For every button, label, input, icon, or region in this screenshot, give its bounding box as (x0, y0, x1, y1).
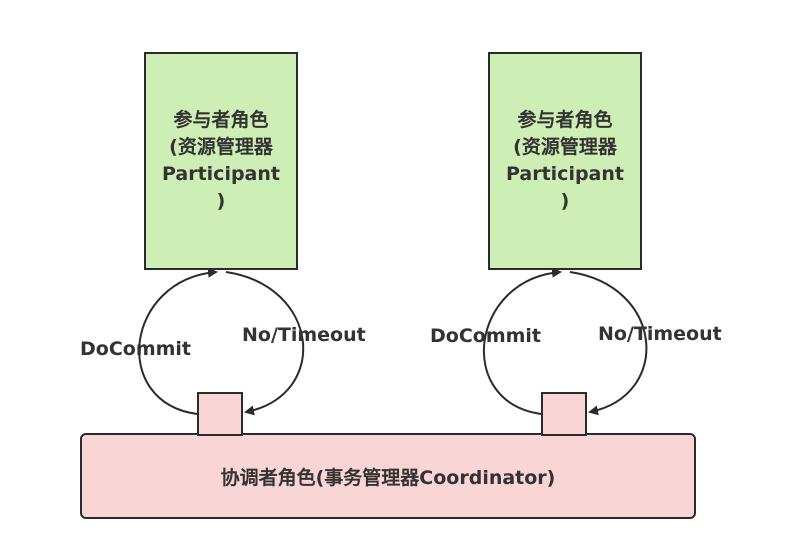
arrows-layer (138, 267, 648, 416)
timeout-label-left: No/Timeout (242, 324, 366, 346)
timeout-label-right: No/Timeout (598, 323, 722, 345)
docommit-label-left: DoCommit (80, 338, 192, 360)
docommit-label-right: DoCommit (430, 325, 542, 347)
